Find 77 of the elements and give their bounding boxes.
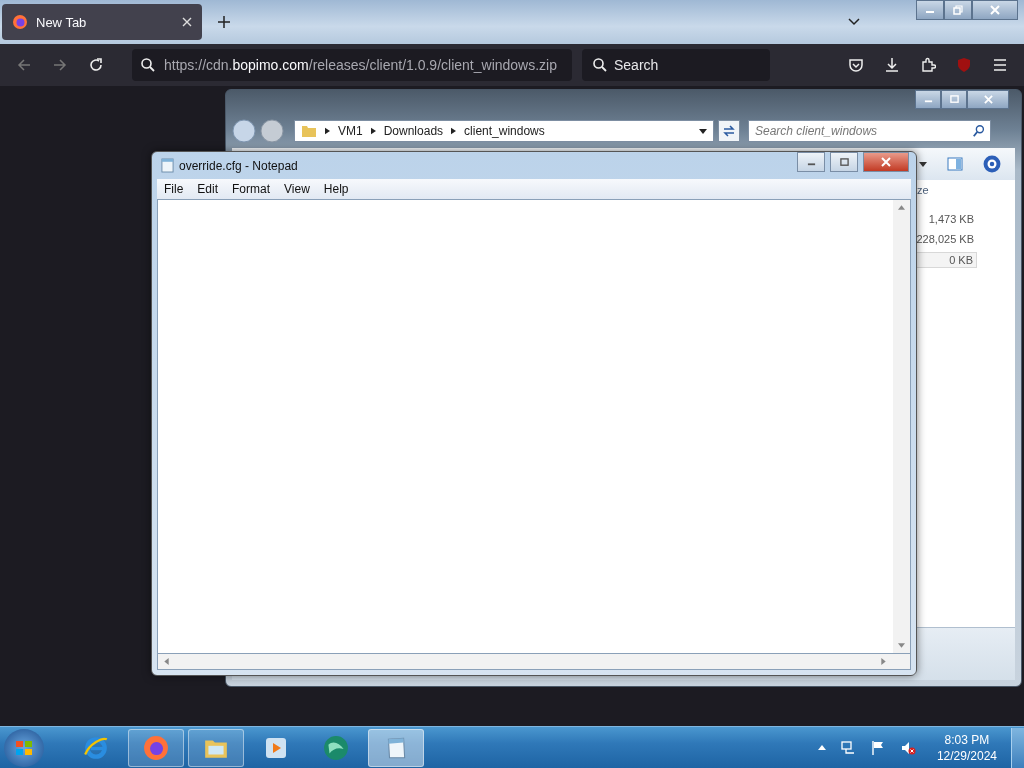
show-desktop-button[interactable]: [1011, 727, 1024, 768]
taskbar-app[interactable]: [128, 728, 184, 767]
close-button[interactable]: [967, 90, 1009, 109]
folder-icon: [301, 124, 317, 138]
horizontal-scrollbar[interactable]: [157, 653, 911, 670]
tab-title: New Tab: [36, 14, 88, 30]
search-icon: [140, 57, 156, 73]
breadcrumb-item[interactable]: Downloads: [383, 124, 444, 138]
menu-item[interactable]: Edit: [190, 182, 226, 196]
caret-icon[interactable]: [370, 127, 376, 135]
menu-icon[interactable]: [992, 57, 1008, 73]
window-title: override.cfg - Notepad: [179, 158, 298, 173]
breadcrumb-item[interactable]: client_windows: [464, 124, 545, 138]
close-icon: [990, 5, 1000, 15]
download-icon[interactable]: [884, 57, 900, 73]
search-placeholder: Search client_windows: [754, 124, 879, 138]
file-size[interactable]: 1,473 KB: [925, 212, 977, 226]
new-tab-icon[interactable]: [218, 16, 230, 28]
search-placeholder: Search: [614, 57, 659, 73]
maximize-button[interactable]: [941, 90, 967, 109]
breadcrumb-item[interactable]: VM1: [338, 124, 363, 138]
breadcrumb-bar[interactable]: VM1 Downloads client_windows: [294, 120, 714, 142]
maximize-icon: [949, 95, 959, 104]
clock[interactable]: 8:03 PM 12/29/2024: [936, 732, 997, 763]
file-size[interactable]: 228,025 KB: [913, 232, 977, 246]
puzzle-icon[interactable]: [920, 57, 936, 73]
close-icon: [881, 157, 891, 167]
date: 12/29/2024: [936, 748, 997, 763]
browser-tab[interactable]: New Tab: [2, 4, 202, 40]
column-header[interactable]: ze: [917, 184, 929, 196]
minimize-button[interactable]: [916, 0, 944, 20]
caret-icon[interactable]: [325, 127, 330, 135]
taskbar-app[interactable]: [188, 728, 244, 767]
reload-icon[interactable]: [88, 57, 104, 73]
minimize-button[interactable]: [915, 90, 941, 109]
firefox-icon: [143, 734, 169, 761]
refresh-button[interactable]: [718, 120, 740, 142]
close-button[interactable]: [972, 0, 1018, 20]
close-icon[interactable]: [182, 17, 192, 27]
dropdown-icon[interactable]: [919, 161, 927, 167]
time: 8:03 PM: [944, 732, 990, 747]
vertical-scrollbar[interactable]: [893, 200, 910, 653]
start-button[interactable]: [4, 728, 44, 767]
search-field[interactable]: Search client_windows: [748, 120, 991, 142]
caret-icon[interactable]: [451, 127, 457, 135]
up-arrow-icon[interactable]: [898, 205, 905, 210]
taskbar-app[interactable]: [368, 728, 424, 767]
minimize-button[interactable]: [797, 152, 825, 172]
chevron-down-icon[interactable]: [848, 18, 860, 26]
restore-icon: [953, 5, 963, 15]
right-arrow-icon[interactable]: [881, 658, 886, 665]
menu-item[interactable]: Format: [225, 182, 278, 196]
down-arrow-icon[interactable]: [898, 643, 905, 648]
preview-pane-icon[interactable]: [947, 156, 963, 172]
menu-item[interactable]: File: [157, 182, 191, 196]
close-button[interactable]: [863, 152, 909, 172]
close-icon: [983, 95, 993, 104]
notepad-icon: [161, 158, 174, 173]
play-icon: [264, 735, 288, 760]
network-icon[interactable]: [839, 739, 856, 756]
maximize-button[interactable]: [830, 152, 858, 172]
search-icon: [972, 124, 986, 138]
e-logo-icon: [83, 734, 109, 761]
dropdown-icon[interactable]: [699, 128, 707, 134]
restore-button[interactable]: [944, 0, 972, 20]
left-arrow-icon[interactable]: [164, 658, 169, 665]
address-bar[interactable]: https://cdn.bopimo.com/releases/client/1.0.9/client_windows.zip: [132, 49, 572, 81]
maximize-icon: [839, 157, 849, 167]
menu-item[interactable]: Help: [316, 182, 356, 196]
refresh-icon: [722, 124, 736, 138]
tray-arrow-icon[interactable]: [817, 745, 826, 750]
flag-icon[interactable]: [869, 739, 886, 756]
search-field[interactable]: Search: [582, 49, 770, 81]
firefox-icon: [12, 14, 28, 30]
menu-item[interactable]: View: [277, 182, 317, 196]
pocket-icon[interactable]: [848, 57, 864, 73]
search-icon: [592, 57, 608, 73]
